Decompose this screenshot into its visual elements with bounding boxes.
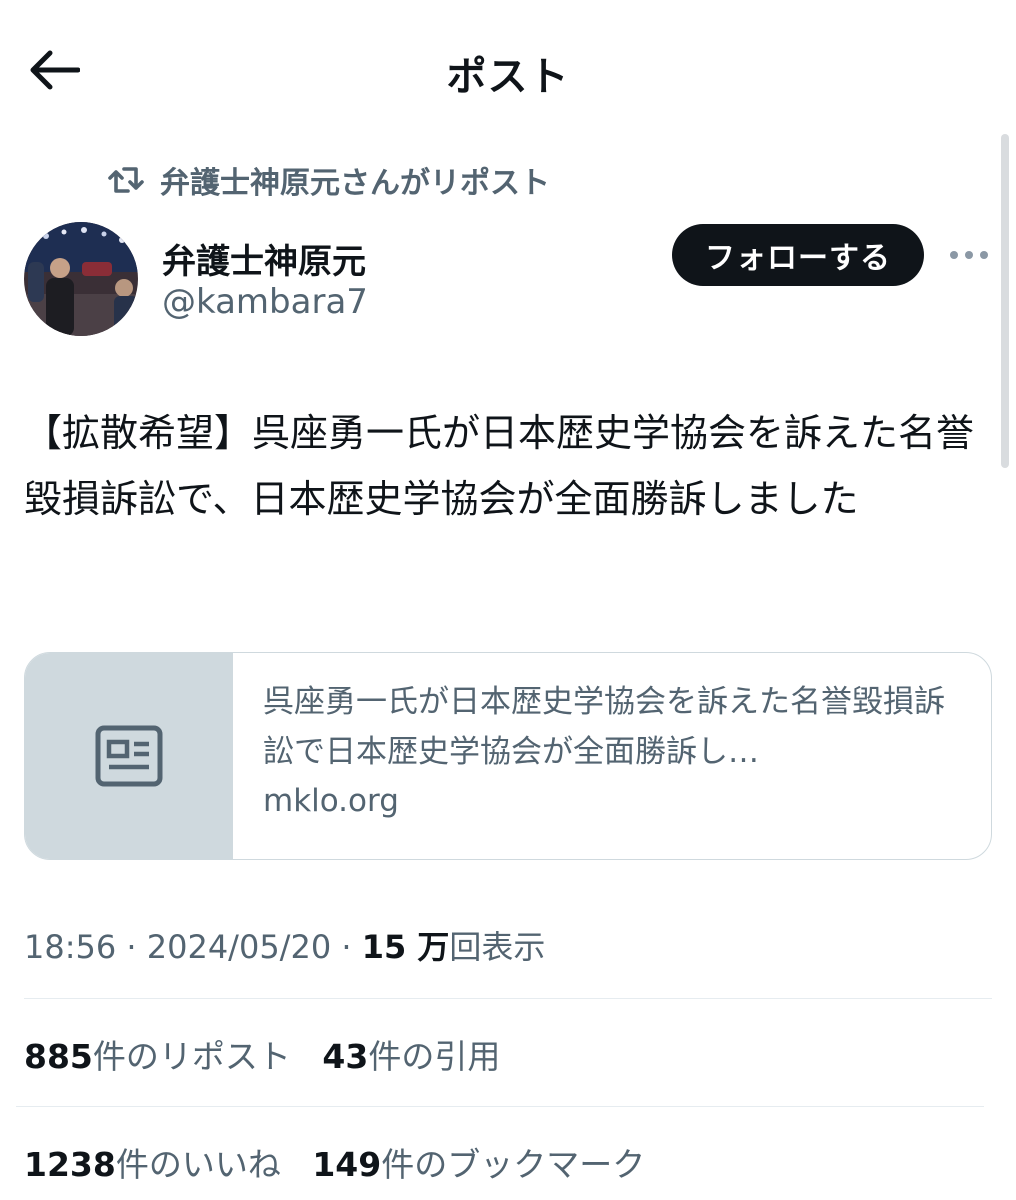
- link-card-title: 呉座勇一氏が日本歴史学協会を訴えた名誉毀損訴訟で日本歴史学協会が全面勝訴し…: [263, 684, 945, 770]
- article-icon: [95, 725, 163, 787]
- like-count-link[interactable]: 1238件のいいね: [24, 1145, 281, 1184]
- bookmark-count-link[interactable]: 149件のブックマーク: [312, 1145, 645, 1184]
- link-card-body: 呉座勇一氏が日本歴史学協会を訴えた名誉毀損訴訟で日本歴史学協会が全面勝訴し… m…: [233, 653, 991, 859]
- follow-button[interactable]: フォローする: [672, 224, 924, 286]
- like-count-label: 件のいいね: [115, 1145, 281, 1184]
- more-dots-icon: [950, 251, 988, 259]
- post-meta: 18:56 · 2024/05/20 · 15 万回表示: [24, 922, 545, 968]
- quote-count: 43: [322, 1037, 369, 1076]
- post-time[interactable]: 18:56: [24, 928, 116, 966]
- link-card-domain: mklo.org: [263, 783, 399, 819]
- stats-row-reposts: 885件のリポスト 43件の引用: [24, 1030, 500, 1078]
- views-label: 回表示: [449, 928, 546, 966]
- meta-separator: ·: [341, 928, 352, 966]
- link-card[interactable]: 呉座勇一氏が日本歴史学協会を訴えた名誉毀損訴訟で日本歴史学協会が全面勝訴し… m…: [24, 652, 992, 860]
- author-name[interactable]: 弁護士神原元: [162, 234, 366, 283]
- quote-count-link[interactable]: 43件の引用: [322, 1037, 500, 1076]
- post-date[interactable]: 2024/05/20: [147, 928, 331, 966]
- scrollbar[interactable]: [1001, 134, 1009, 468]
- avatar[interactable]: [24, 222, 138, 336]
- repost-count-link[interactable]: 885件のリポスト: [24, 1037, 291, 1076]
- like-count: 1238: [24, 1145, 116, 1184]
- meta-separator: ·: [126, 928, 137, 966]
- avatar-photo: [24, 222, 138, 336]
- top-bar: ポスト: [0, 0, 1016, 140]
- views-count: 15 万: [361, 928, 450, 966]
- post-text: 【拡散希望】呉座勇一氏が日本歴史学協会を訴えた名誉毀損訴訟で、日本歴史学協会が全…: [24, 411, 975, 521]
- quote-count-label: 件の引用: [368, 1037, 501, 1076]
- repost-count: 885: [24, 1037, 93, 1076]
- divider: [16, 1106, 984, 1107]
- stats-row-likes: 1238件のいいね 149件のブックマーク: [24, 1138, 645, 1186]
- bookmark-count-label: 件のブックマーク: [381, 1145, 646, 1184]
- repost-context[interactable]: 弁護士神原元さんがリポスト: [106, 160, 550, 201]
- repost-icon: [108, 167, 144, 193]
- link-card-thumbnail: [25, 653, 233, 859]
- author-handle[interactable]: @kambara7: [162, 282, 368, 322]
- bookmark-count: 149: [312, 1145, 382, 1184]
- repost-count-label: 件のリポスト: [92, 1037, 291, 1076]
- more-button[interactable]: [946, 232, 992, 278]
- page-title: ポスト: [446, 54, 570, 100]
- divider: [24, 998, 992, 999]
- repost-context-label: 弁護士神原元さんがリポスト: [160, 166, 550, 201]
